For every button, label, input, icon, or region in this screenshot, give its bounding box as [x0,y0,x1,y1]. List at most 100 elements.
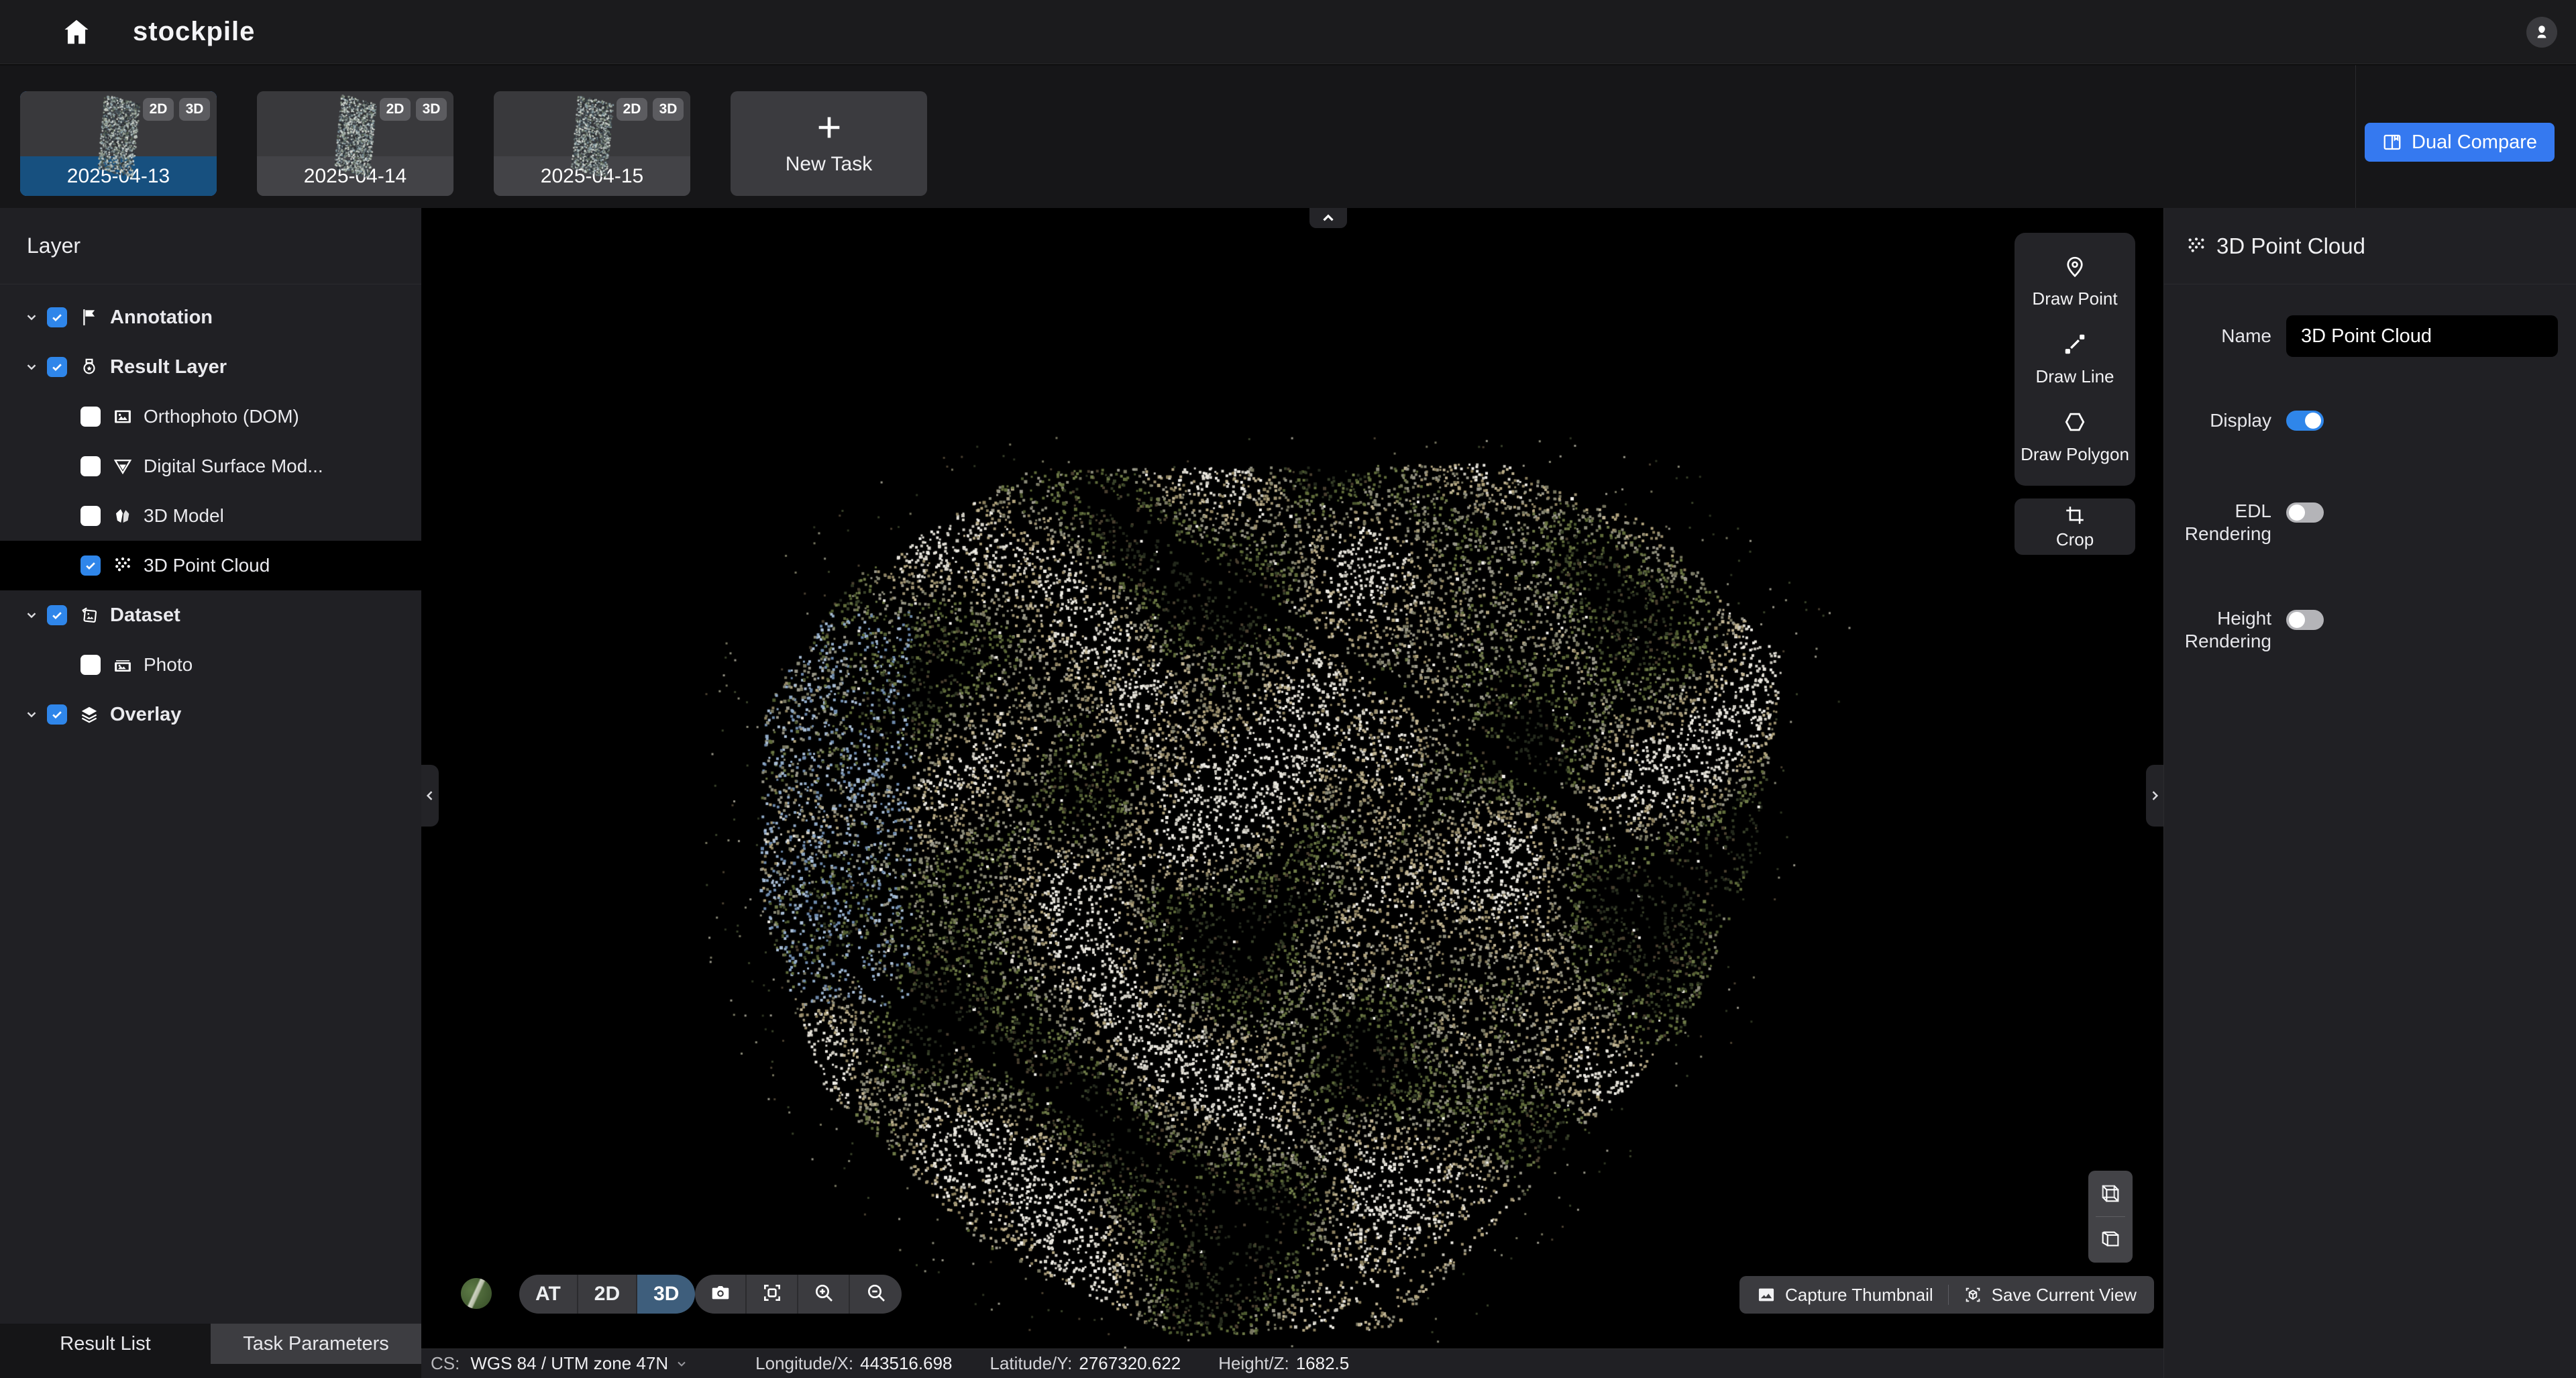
photo-icon [111,653,134,676]
chevron-down-icon[interactable] [24,360,47,374]
collapse-left-panel-handle[interactable] [421,765,439,827]
zoom-in-icon [813,1282,835,1307]
layer-row-orthophoto-dom[interactable]: Orthophoto (DOM) [0,392,421,441]
draw-tool-label: Draw Polygon [2021,444,2129,465]
dsm-icon [111,455,134,478]
layer-visibility-checkbox[interactable] [47,704,67,725]
new-task-label: New Task [786,153,873,176]
capture-thumbnail-button[interactable]: Capture Thumbnail [1757,1285,1933,1306]
view-tools-group [695,1275,902,1314]
draw-line-button[interactable]: Draw Line [2035,331,2114,387]
new-task-button[interactable]: New Task [731,91,927,196]
layer-row-annotation[interactable]: Annotation [0,293,421,342]
layer-row-overlay[interactable]: Overlay [0,690,421,739]
layer-row-digital-surface-mod[interactable]: Digital Surface Mod... [0,441,421,491]
user-avatar[interactable] [2526,17,2557,48]
draw-point-button[interactable]: Draw Point [2032,254,2117,309]
tab-task-parameters[interactable]: Task Parameters [211,1324,421,1364]
chevron-right-icon [2148,789,2161,802]
edl-rendering-row: EDLRendering [2164,500,2576,545]
layer-label: 3D Point Cloud [144,555,270,576]
layer-tree: AnnotationResult Layer Orthophoto (DOM) Di… [0,284,421,739]
overlay-icon [78,703,101,726]
layer-row-dataset[interactable]: Dataset [0,590,421,640]
home-icon[interactable] [59,15,94,50]
line-icon [2062,331,2088,360]
save-current-view-button[interactable]: Save Current View [1964,1285,2137,1306]
task-card[interactable]: 2D3D2025-04-13 [20,91,217,196]
point-cloud-canvas[interactable] [421,208,2163,1348]
mode-at-button[interactable]: AT [519,1275,578,1314]
layer-visibility-checkbox[interactable] [80,555,101,576]
layer-visibility-checkbox[interactable] [80,456,101,476]
ortho-cube-icon[interactable] [2099,1228,2122,1251]
mode-2d-button[interactable]: 2D [578,1275,637,1314]
zoom-out-button[interactable] [850,1275,902,1314]
2d-badge[interactable]: 2D [616,98,647,121]
task-card[interactable]: 2D3D2025-04-15 [494,91,690,196]
point-cloud-icon [111,554,134,577]
latitude-y: Latitude/Y:2767320.622 [990,1353,1181,1374]
display-label: Display [2164,409,2271,432]
layer-visibility-checkbox[interactable] [80,407,101,427]
layer-row-photo[interactable]: Photo [0,640,421,690]
3d-badge[interactable]: 3D [653,98,684,121]
layer-label: Digital Surface Mod... [144,456,323,477]
layer-visibility-checkbox[interactable] [47,357,67,377]
tab-result-list[interactable]: Result List [0,1324,211,1364]
height-rendering-label: HeightRendering [2164,607,2271,652]
camera-icon [710,1282,731,1307]
minimap-thumbnail[interactable] [461,1278,492,1309]
inspector-header: 3D Point Cloud [2164,208,2576,284]
sidebar-footer: Result ListTask Parameters [0,1324,421,1378]
layer-label: Dataset [110,604,180,627]
chevron-down-icon[interactable] [24,310,47,325]
2d-badge[interactable]: 2D [143,98,174,121]
draw-tool-label: Draw Point [2032,288,2117,309]
layer-visibility-checkbox[interactable] [47,605,67,625]
layer-row-result-layer[interactable]: Result Layer [0,342,421,392]
zoom-in-button[interactable] [798,1275,850,1314]
3d-badge[interactable]: 3D [416,98,447,121]
cs-value: WGS 84 / UTM zone 47N [470,1353,668,1374]
chevron-left-icon [423,789,437,802]
height-rendering-toggle[interactable] [2286,610,2324,630]
model-icon [111,505,134,527]
layer-visibility-checkbox[interactable] [47,307,67,327]
chevron-down-icon [675,1357,688,1371]
crop-button[interactable]: Crop [2015,498,2135,555]
3d-badge[interactable]: 3D [179,98,210,121]
task-card[interactable]: 2D3D2025-04-14 [257,91,453,196]
layer-label: Orthophoto (DOM) [144,406,299,427]
view-mode-switch: AT2D3D [519,1275,695,1314]
map-viewport: Draw Point Draw Line Draw Polygon Crop AT2… [421,208,2163,1348]
name-input[interactable] [2286,315,2558,357]
collapse-taskbar-handle[interactable] [1309,208,1347,228]
chevron-down-icon[interactable] [24,707,47,722]
layer-visibility-checkbox[interactable] [80,506,101,526]
orthophoto-icon [111,405,134,428]
fit-screen-icon [761,1282,783,1307]
layer-sidebar: Layer AnnotationResult LayerOrthophoto (… [0,208,421,1378]
fit-screen-button[interactable] [747,1275,798,1314]
2d-badge[interactable]: 2D [380,98,411,121]
task-strip: 2D3D2025-04-132D3D2025-04-142D3D2025-04-… [0,65,2576,208]
display-row: Display [2164,409,2576,432]
longitude-x: Longitude/X:443516.698 [755,1353,952,1374]
display-toggle[interactable] [2286,411,2324,431]
layer-row-3d-model[interactable]: 3D Model [0,491,421,541]
perspective-cube-icon[interactable] [2099,1182,2122,1205]
chevron-down-icon[interactable] [24,608,47,623]
layer-row-3d-point-cloud[interactable]: 3D Point Cloud [0,541,421,590]
draw-polygon-button[interactable]: Draw Polygon [2021,409,2129,465]
mode-3d-button[interactable]: 3D [637,1275,695,1314]
layer-visibility-checkbox[interactable] [80,655,101,675]
camera-button[interactable] [695,1275,747,1314]
dual-compare-button[interactable]: Dual Compare [2365,123,2555,162]
zoom-out-icon [865,1282,887,1307]
divider [1948,1285,1949,1305]
edl-rendering-toggle[interactable] [2286,502,2324,523]
coordinate-system-dropdown[interactable]: CS: WGS 84 / UTM zone 47N [431,1353,688,1374]
collapse-right-panel-handle[interactable] [2146,765,2163,827]
crop-icon [2063,504,2086,527]
